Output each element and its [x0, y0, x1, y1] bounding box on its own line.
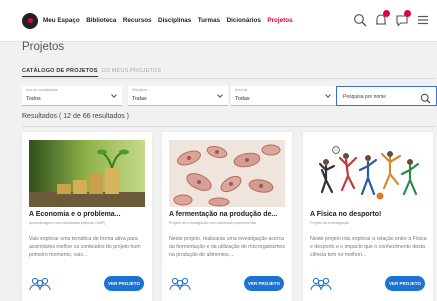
filter-disciplina-value: Todas [132, 96, 147, 102]
menu-icon[interactable] [415, 12, 431, 28]
project-description: Vais explorar uma temática de forma ativ… [29, 236, 141, 258]
nav-biblioteca[interactable]: Biblioteca [86, 17, 116, 24]
ver-projeto-button[interactable]: VER PROJETO [104, 276, 144, 291]
nav-dicionarios[interactable]: Dicionários [227, 17, 261, 24]
app-logo[interactable] [22, 12, 38, 29]
notifications-icon[interactable] [373, 10, 390, 28]
results-count: Resultados ( 12 de 66 resultados ) [22, 113, 130, 120]
filters: Ano de escolaridade Todos Disciplina Tod… [22, 86, 342, 106]
people-icon [310, 277, 332, 296]
ver-projeto-button[interactable]: VER PROJETO [244, 276, 284, 291]
people-icon [169, 277, 191, 296]
project-title[interactable]: A fermentação na produção de... [169, 211, 277, 218]
message-badge [404, 10, 411, 17]
ver-projeto-button[interactable]: VER PROJETO [385, 276, 425, 291]
chevron-down-icon [111, 92, 117, 98]
search-icon[interactable] [420, 91, 431, 109]
project-image-fisica [310, 140, 426, 207]
nav-recursos[interactable]: Recursos [123, 17, 152, 24]
page-title: Projetos [22, 41, 65, 53]
top-navigation-bar: Meu Espaço Biblioteca Recursos Disciplin… [0, 0, 437, 42]
filter-ano-value: Todos [26, 96, 41, 102]
filter-ano-label: Ano de escolaridade [26, 88, 58, 92]
filter-ano-select[interactable]: Ano de escolaridade Todos [22, 86, 122, 106]
filter-disciplina-select[interactable]: Disciplina Todas [128, 86, 228, 106]
project-description: Neste projeto, realizarás uma investigaç… [169, 236, 285, 258]
nav-projetos[interactable]: Projetos [267, 17, 292, 24]
tab-catalogo[interactable]: CATÁLOGO DE PROJETOS [22, 68, 98, 77]
nav-disciplinas[interactable]: Disciplinas [158, 17, 191, 24]
filter-area-label: Área de [235, 88, 248, 92]
project-image-economia [29, 140, 145, 207]
project-card[interactable]: A Economia e o problema... Aprendizagem … [22, 132, 152, 301]
people-icon [29, 277, 51, 296]
nav-meu-espaco[interactable]: Meu Espaço [43, 17, 80, 24]
filter-area-select[interactable]: Área de Todas [231, 86, 336, 106]
messages-icon[interactable] [394, 10, 411, 28]
tabs: CATÁLOGO DE PROJETOS OS MEUS PROJETOS [22, 68, 165, 77]
project-subtitle: Projeto de investigação [310, 221, 350, 225]
main-nav: Meu Espaço Biblioteca Recursos Disciplin… [43, 17, 299, 24]
tab-meus-projetos[interactable]: OS MEUS PROJETOS [102, 68, 162, 77]
project-title[interactable]: A Física no desporto! [310, 211, 381, 218]
search-icon[interactable] [352, 12, 368, 28]
project-subtitle: Projeto de investigação com atividade ex… [169, 221, 256, 225]
notification-badge [383, 10, 390, 17]
project-image-fermentacao [169, 140, 285, 207]
project-subtitle: Aprendizagem com atividades práticas (AA… [29, 221, 106, 225]
nav-turmas[interactable]: Turmas [198, 17, 220, 24]
search-placeholder: Pesquisa por nome [343, 94, 387, 100]
search-input[interactable]: Pesquisa por nome [336, 86, 437, 106]
project-title[interactable]: A Economia e o problema... [29, 211, 121, 218]
project-description: Neste projeto irás explorar a relação en… [310, 236, 427, 258]
project-card[interactable]: A Física no desporto! Projeto de investi… [303, 132, 433, 301]
project-card[interactable]: A fermentação na produção de... Projeto … [162, 132, 292, 301]
filter-disciplina-label: Disciplina [132, 88, 147, 92]
filter-area-value: Todas [235, 96, 250, 102]
chevron-down-icon [325, 92, 331, 98]
results-divider [22, 126, 436, 127]
tabs-divider [22, 78, 436, 79]
chevron-down-icon [217, 92, 223, 98]
